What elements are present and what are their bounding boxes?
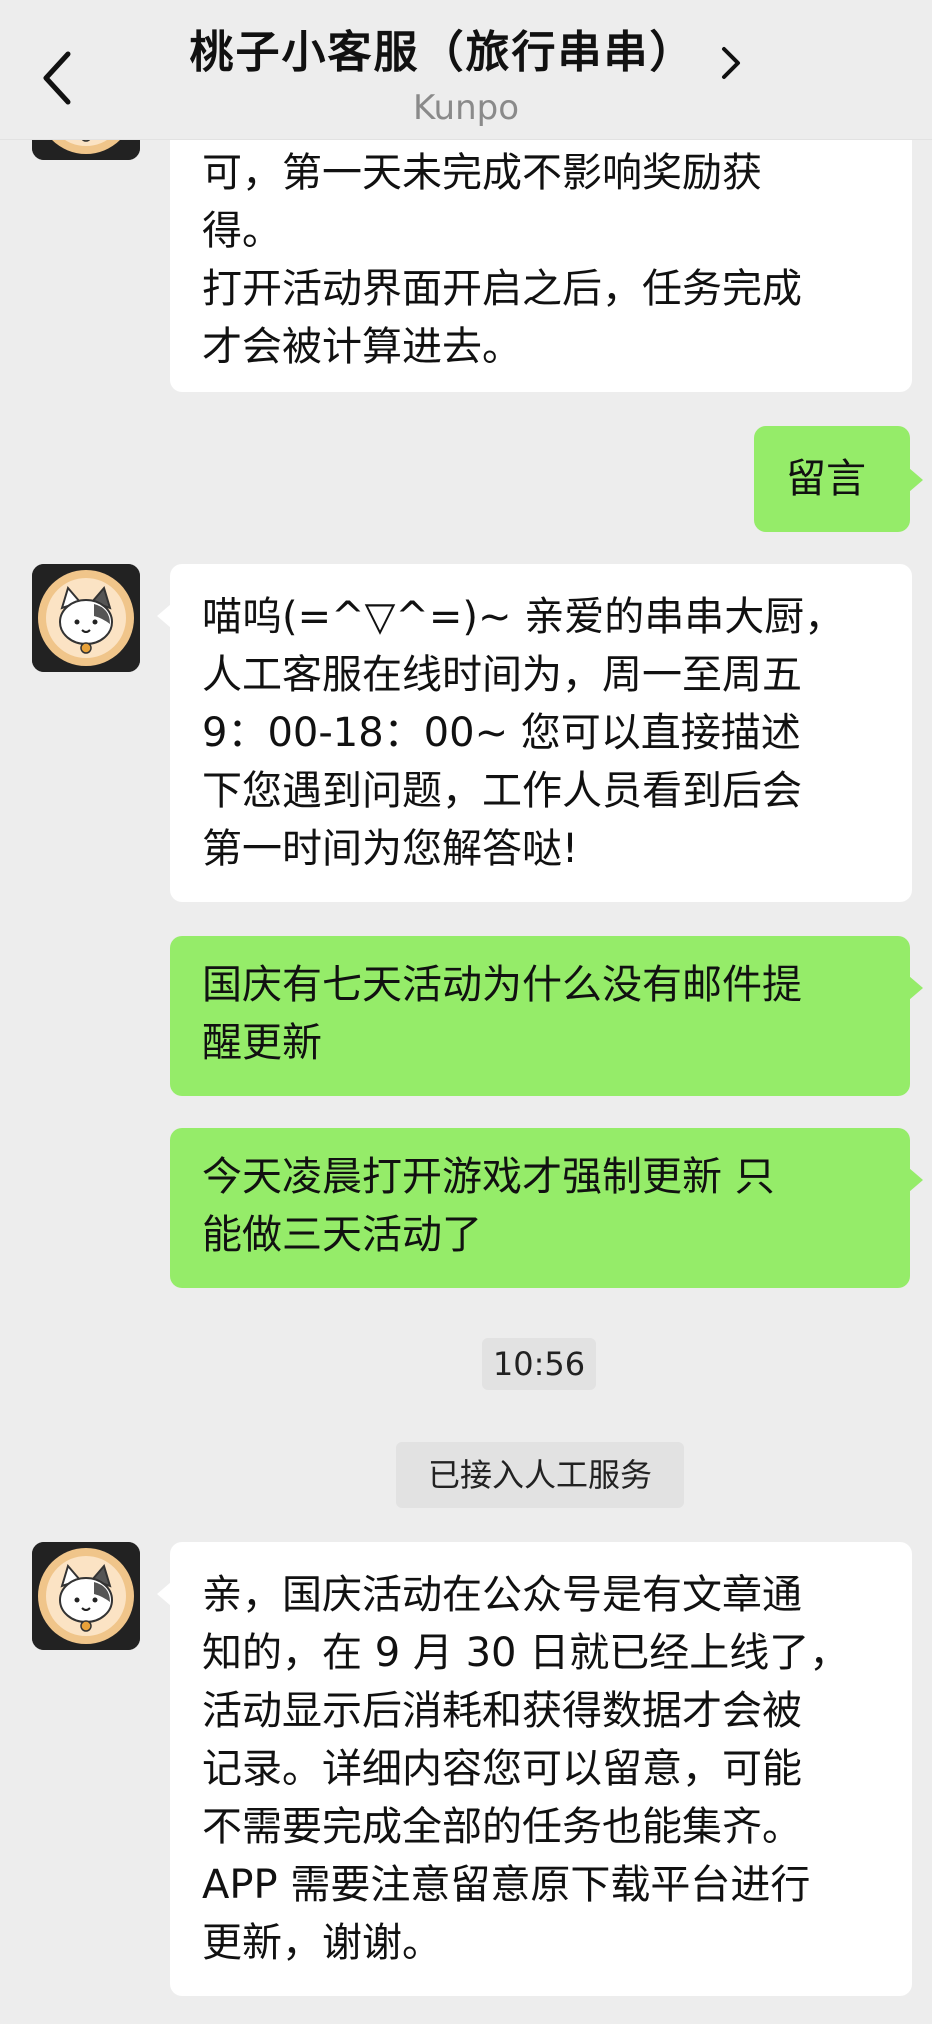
outgoing-message-bubble[interactable]: 国庆有七天活动为什么没有邮件提 醒更新 xyxy=(170,936,910,1096)
cat-avatar-icon xyxy=(32,1542,140,1650)
bubble-tail xyxy=(909,468,923,492)
agent-avatar[interactable] xyxy=(32,564,140,672)
timestamp: 10:56 xyxy=(482,1338,596,1390)
message-line: 能做三天活动了 xyxy=(202,1212,482,1258)
incoming-message-bubble[interactable]: 喵呜(=^▽^=)~ 亲爱的串串大厨， 人工客服在线时间为，周一至周五 9：00… xyxy=(170,564,912,902)
message-line: 第一时间为您解答哒! xyxy=(202,826,579,872)
bubble-tail xyxy=(909,976,923,1000)
incoming-message-bubble[interactable]: 亲，国庆活动在公众号是有文章通 知的，在 9 月 30 日就已经上线了， 活动显… xyxy=(170,1542,912,1996)
page-title: 桃子小客服（旅行串串） xyxy=(189,27,696,78)
incoming-message-bubble[interactable]: 可，第一天未完成不影响奖励获 得。 打开活动界面开启之后，任务完成 才会被计算进… xyxy=(170,128,912,392)
message-line: 记录。详细内容您可以留意，可能 xyxy=(202,1746,802,1792)
message-line: APP 需要注意留意原下载平台进行 xyxy=(202,1862,811,1908)
message-line: 喵呜(=^▽^=)~ 亲爱的串串大厨， xyxy=(202,594,845,640)
cat-avatar-icon xyxy=(32,564,140,672)
outgoing-message-bubble[interactable]: 留言 xyxy=(754,426,910,532)
message-line: 活动显示后消耗和获得数据才会被 xyxy=(202,1688,802,1734)
message-line: 知的，在 9 月 30 日就已经上线了， xyxy=(202,1630,850,1676)
message-line: 醒更新 xyxy=(202,1020,322,1066)
chevron-right-icon xyxy=(721,46,740,79)
bubble-tail xyxy=(157,1582,171,1606)
message-line: 亲，国庆活动在公众号是有文章通 xyxy=(202,1572,802,1618)
system-notice: 已接入人工服务 xyxy=(396,1442,684,1508)
message-line: 才会被计算进去。 xyxy=(202,324,522,370)
message-line: 9：00-18：00~ 您可以直接描述 xyxy=(202,710,801,756)
message-line: 人工客服在线时间为，周一至周五 xyxy=(202,652,802,698)
message-line: 可，第一天未完成不影响奖励获 xyxy=(202,150,762,196)
chat-header: 桃子小客服（旅行串串） Kunpo xyxy=(0,0,932,140)
agent-avatar[interactable] xyxy=(32,1542,140,1650)
message-line: 打开活动界面开启之后，任务完成 xyxy=(202,266,802,312)
message-line: 留言 xyxy=(786,456,866,502)
message-line: 不需要完成全部的任务也能集齐。 xyxy=(202,1804,802,1850)
message-line: 今天凌晨打开游戏才强制更新 只 xyxy=(202,1154,775,1200)
bubble-tail xyxy=(157,604,171,628)
message-line: 下您遇到问题，工作人员看到后会 xyxy=(202,768,802,814)
chat-area: 可，第一天未完成不影响奖励获 得。 打开活动界面开启之后，任务完成 才会被计算进… xyxy=(0,0,932,2024)
outgoing-message-bubble[interactable]: 今天凌晨打开游戏才强制更新 只 能做三天活动了 xyxy=(170,1128,910,1288)
page-subtitle: Kunpo xyxy=(412,88,520,128)
bubble-tail xyxy=(909,1168,923,1192)
message-line: 更新，谢谢。 xyxy=(202,1920,442,1966)
title-area[interactable]: 桃子小客服（旅行串串） xyxy=(0,16,932,83)
message-line: 得。 xyxy=(202,208,282,254)
message-line: 国庆有七天活动为什么没有邮件提 xyxy=(202,962,802,1008)
